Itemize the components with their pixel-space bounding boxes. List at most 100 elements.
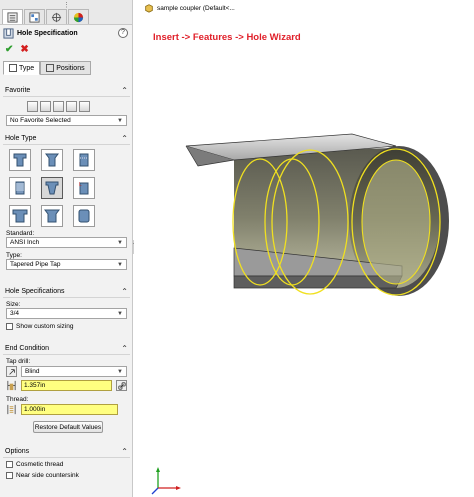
favorite-section: Favorite ⌃ No Favorite Selected ▼ xyxy=(3,85,130,126)
hole-type-grid: L xyxy=(9,149,130,227)
link-value-icon[interactable] xyxy=(116,380,127,391)
hole-button[interactable] xyxy=(73,149,95,171)
type-label: Type: xyxy=(6,252,22,259)
size-label: Size: xyxy=(6,301,21,308)
hole-type-header-label: Hole Type xyxy=(5,135,37,142)
feature-tree-icon xyxy=(7,11,18,23)
tab-type-label: Type xyxy=(19,64,35,72)
options-section-header[interactable]: Options ⌃ xyxy=(3,446,130,458)
property-list-icon xyxy=(29,11,40,23)
collapse-chevron-icon[interactable]: ⌃ xyxy=(121,134,128,143)
near-side-countersink-label: Near side countersink xyxy=(16,472,79,479)
tab-positions[interactable]: Positions xyxy=(40,61,91,75)
dropdown-arrow-icon: ▼ xyxy=(117,239,123,246)
counterbore-slot-button[interactable] xyxy=(9,205,31,227)
property-manager-tab[interactable] xyxy=(24,9,45,24)
tab-positions-label: Positions xyxy=(56,64,85,72)
countersink-icon xyxy=(45,153,59,167)
favorite-dropdown[interactable]: No Favorite Selected ▼ xyxy=(6,115,127,126)
update-favorite-icon[interactable] xyxy=(53,101,64,112)
end-condition-section-header[interactable]: End Condition ⌃ xyxy=(3,343,130,355)
end-condition-header-label: End Condition xyxy=(5,345,49,352)
favorite-section-header[interactable]: Favorite ⌃ xyxy=(3,85,130,97)
configuration-icon xyxy=(51,12,62,22)
tap-drill-depth-input[interactable]: 1.357in xyxy=(21,380,112,391)
graphics-area[interactable]: sample coupler (Default<... Insert -> Fe… xyxy=(134,0,474,497)
depth-icon xyxy=(7,380,16,391)
collapse-chevron-icon[interactable]: ⌃ xyxy=(121,447,128,456)
configuration-manager-tab[interactable] xyxy=(46,9,67,24)
checkbox-box[interactable] xyxy=(6,461,13,468)
near-side-countersink-checkbox[interactable]: Near side countersink xyxy=(6,472,127,479)
tap-drill-group: Tap drill: Blind ▼ 1.357in Thread: 1.000… xyxy=(6,358,127,433)
cosmetic-thread-label: Cosmetic thread xyxy=(16,461,64,468)
panel-header: Hole Specification ? xyxy=(0,25,132,42)
collapse-chevron-icon[interactable]: ⌃ xyxy=(121,287,128,296)
coupler-model-view xyxy=(185,133,449,296)
custom-sizing-checkbox[interactable]: Show custom sizing xyxy=(6,323,127,330)
cosmetic-thread-checkbox[interactable]: Cosmetic thread xyxy=(6,461,127,468)
type-value: Tapered Pipe Tap xyxy=(10,261,61,268)
panel-title: Hole Specification xyxy=(17,30,78,37)
collapse-chevron-icon[interactable]: ⌃ xyxy=(121,86,128,95)
ok-checkmark-icon[interactable]: ✔ xyxy=(5,44,13,55)
simple-hole-icon xyxy=(79,153,89,167)
type-dropdown[interactable]: Tapered Pipe Tap ▼ xyxy=(6,259,127,270)
hole-type-section-header[interactable]: Hole Type ⌃ xyxy=(3,133,130,145)
feature-manager-tab[interactable] xyxy=(2,9,23,24)
countersink-button[interactable] xyxy=(41,149,63,171)
restore-default-button[interactable]: Restore Default Values xyxy=(33,421,103,433)
tap-drill-depth-row: 1.357in xyxy=(6,380,127,391)
slot-button[interactable] xyxy=(73,205,95,227)
tap-drill-condition-row: Blind ▼ xyxy=(6,366,127,377)
hole-type-section: Hole Type ⌃ L Standard: ANSI Inch ▼ Type… xyxy=(3,133,130,270)
standard-group: Standard: ANSI Inch ▼ Type: Tapered Pipe… xyxy=(6,230,127,270)
tab-type[interactable]: Type xyxy=(3,61,41,75)
checkbox-box[interactable] xyxy=(6,472,13,479)
countersink-slot-button[interactable] xyxy=(41,205,63,227)
tap-drill-label: Tap drill: xyxy=(6,358,31,365)
hole-spec-header-label: Hole Specifications xyxy=(5,288,65,295)
legacy-hole-icon: L xyxy=(79,182,89,195)
help-icon[interactable]: ? xyxy=(118,28,128,38)
add-favorite-icon[interactable] xyxy=(40,101,51,112)
view-triad-icon[interactable] xyxy=(150,466,184,496)
property-manager-panel: ⋮ Hole Specification ? ✔ ✖ Type Position… xyxy=(0,0,133,497)
tap-drill-condition-dropdown[interactable]: Blind ▼ xyxy=(21,366,127,377)
standard-dropdown[interactable]: ANSI Inch ▼ xyxy=(6,237,127,248)
display-manager-tab[interactable] xyxy=(68,9,89,24)
collapse-chevron-icon[interactable]: ⌃ xyxy=(121,344,128,353)
counterbore-icon xyxy=(13,153,27,167)
reverse-direction-icon[interactable] xyxy=(6,366,17,377)
options-group: Cosmetic thread Near side countersink xyxy=(6,461,127,479)
type-tab-icon xyxy=(9,64,17,72)
counterbore-slot-icon xyxy=(12,209,28,223)
tap-drill-condition-value: Blind xyxy=(25,368,40,375)
tapered-tap-button[interactable] xyxy=(41,177,63,199)
dropdown-arrow-icon: ▼ xyxy=(117,368,123,375)
shell-bottom-edge xyxy=(233,275,403,289)
dropdown-arrow-icon: ▼ xyxy=(117,310,123,317)
clear-favorite-icon[interactable] xyxy=(27,101,38,112)
checkbox-box[interactable] xyxy=(6,323,13,330)
load-favorite-icon[interactable] xyxy=(79,101,90,112)
hole-spec-section-header[interactable]: Hole Specifications ⌃ xyxy=(3,286,130,298)
thread-label: Thread: xyxy=(6,396,29,403)
save-favorite-icon[interactable] xyxy=(66,101,77,112)
positions-tab-icon xyxy=(46,64,55,72)
size-value: 3/4 xyxy=(10,310,20,317)
straight-tap-icon xyxy=(15,181,25,195)
thread-depth-icon xyxy=(7,404,16,415)
end-condition-section: End Condition ⌃ Tap drill: Blind ▼ 1.357… xyxy=(3,343,130,433)
legacy-hole-button[interactable]: L xyxy=(73,177,95,199)
straight-tap-button[interactable] xyxy=(9,177,31,199)
dropdown-arrow-icon: ▼ xyxy=(117,117,123,124)
svg-text:L: L xyxy=(79,182,82,188)
counterbore-button[interactable] xyxy=(9,149,31,171)
thread-depth-row: 1.000in xyxy=(6,404,127,415)
panel-grip-icon[interactable]: ⋮ xyxy=(63,1,70,9)
thread-depth-input[interactable]: 1.000in xyxy=(21,404,118,415)
cancel-x-icon[interactable]: ✖ xyxy=(20,44,28,55)
size-group: Size: 3/4 ▼ Show custom sizing xyxy=(6,301,127,330)
size-dropdown[interactable]: 3/4 ▼ xyxy=(6,308,127,319)
